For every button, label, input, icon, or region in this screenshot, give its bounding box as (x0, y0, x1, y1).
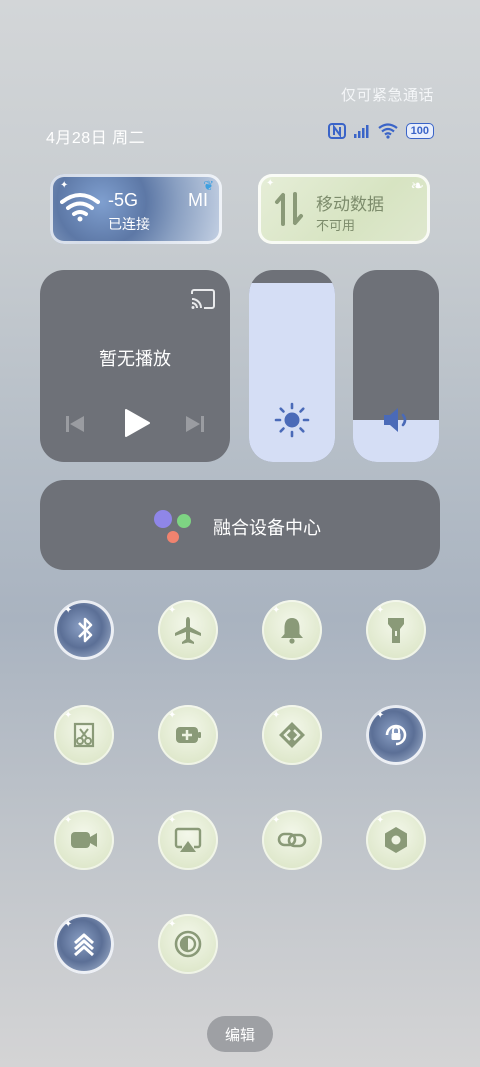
screenshot-icon (73, 722, 95, 748)
brightness-slider[interactable] (249, 270, 335, 462)
sparkle-icon: ✦ (168, 919, 177, 930)
sparkle-icon: ✦ (64, 710, 73, 721)
sparkle-icon: ✦ (376, 710, 385, 721)
sun-icon (274, 402, 310, 438)
wifi-status-icon (377, 123, 398, 139)
sparkle-icon: ✦ (64, 919, 73, 930)
toggle-screenshot[interactable]: ✦ (54, 705, 114, 765)
sparkle-icon: ✦ (272, 710, 281, 721)
next-track-icon[interactable] (185, 414, 205, 434)
emergency-call-text: 仅可紧急通话 (340, 87, 434, 104)
toggle-performance-mode[interactable]: ✦ (54, 914, 114, 974)
sparkle-icon: ✦ (168, 815, 177, 826)
screen-cast-icon (174, 827, 202, 852)
mobile-data-title: 移动数据 (316, 195, 384, 214)
speaker-icon (384, 408, 407, 432)
toggle-link[interactable]: ✦ (262, 810, 322, 870)
link-icon (277, 832, 307, 848)
toggle-nearby-share[interactable]: ✦ (262, 705, 322, 765)
edit-button[interactable]: 编辑 (207, 1016, 273, 1052)
wifi-icon (60, 193, 100, 222)
toggle-dark-mode[interactable]: ✦ (158, 914, 218, 974)
sparkle-icon: ✦ (64, 605, 73, 616)
nfc-icon (327, 123, 346, 139)
previous-track-icon[interactable] (65, 414, 85, 434)
bell-icon (281, 618, 303, 644)
media-title: 暂无播放 (99, 349, 171, 369)
data-arrows-icon (275, 192, 303, 226)
nearby-share-icon (279, 722, 305, 748)
toggle-settings-hex[interactable]: ✦ (366, 810, 426, 870)
volume-slider[interactable] (353, 270, 439, 462)
signal-icon (353, 125, 369, 138)
dark-mode-icon (174, 930, 202, 958)
media-player-card[interactable]: 暂无播放 (40, 270, 230, 462)
sparkle-icon: ✦ (272, 605, 281, 616)
toggle-airplane[interactable]: ✦ (158, 600, 218, 660)
toggle-screen-record[interactable]: ✦ (54, 810, 114, 870)
play-icon[interactable] (123, 408, 151, 438)
wifi-ssid: -5G (108, 190, 139, 210)
battery-icon: 100 (405, 123, 434, 139)
fusion-dots-icon (154, 510, 191, 543)
mobile-data-tile[interactable]: 移动数据 不可用 ✦ ❧ (258, 174, 430, 244)
toggle-rotation-lock[interactable]: ✦ (366, 705, 426, 765)
rotation-lock-icon (385, 724, 407, 746)
date-label: 4月28日 周二 (46, 130, 146, 147)
fusion-label: 融合设备中心 (213, 518, 321, 538)
sparkle-icon: ✦ (376, 605, 385, 616)
screen-record-icon (71, 832, 97, 848)
mobile-data-status: 不可用 (316, 218, 356, 233)
sparkle-icon: ✦ (64, 815, 73, 826)
sparkle-icon: ✦ (272, 815, 281, 826)
wifi-tile[interactable]: -5G MI 已连接 ✦ ❦ (50, 174, 222, 244)
sparkle-icon: ✦ (168, 710, 177, 721)
sparkle-icon: ✦ (376, 815, 385, 826)
bow-icon: ❧ (410, 178, 424, 195)
wifi-status: 已连接 (108, 216, 150, 232)
fusion-device-center[interactable]: 融合设备中心 (40, 480, 440, 570)
bluetooth-icon (78, 617, 93, 643)
toggle-screen-cast[interactable]: ✦ (158, 810, 218, 870)
sparkle-icon: ✦ (168, 605, 177, 616)
battery-saver-icon (176, 727, 201, 743)
performance-mode-icon (74, 933, 94, 957)
airplane-icon (175, 617, 201, 644)
butterfly-icon: ❦ (203, 178, 214, 193)
status-bar-icons: 100 (327, 123, 434, 139)
sparkle-icon: ✦ (266, 178, 275, 189)
toggle-bluetooth[interactable]: ✦ (54, 600, 114, 660)
toggle-flashlight[interactable]: ✦ (366, 600, 426, 660)
sparkle-icon: ✦ (60, 180, 69, 191)
toggle-battery-saver[interactable]: ✦ (158, 705, 218, 765)
settings-hex-icon (385, 827, 407, 853)
flashlight-icon (388, 618, 404, 643)
cast-icon[interactable] (190, 288, 216, 310)
toggle-bell[interactable]: ✦ (262, 600, 322, 660)
